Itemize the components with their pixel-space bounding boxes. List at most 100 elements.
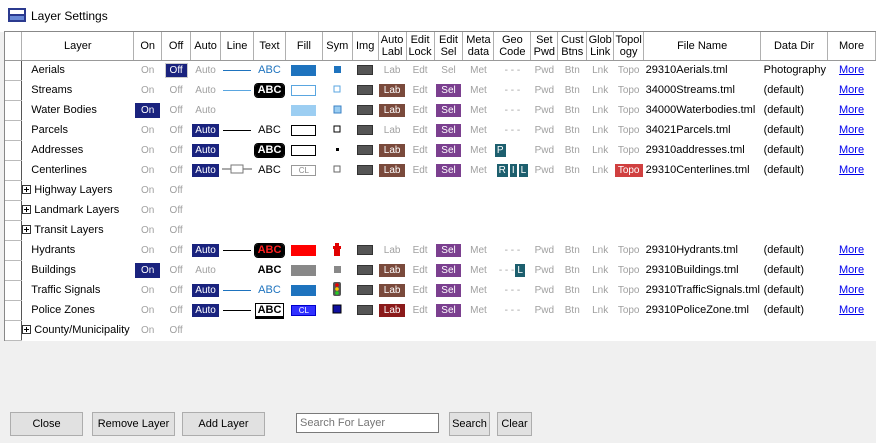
off-toggle[interactable]: Off bbox=[170, 185, 183, 196]
off-cell[interactable]: Off bbox=[162, 160, 191, 180]
fill-swatch[interactable] bbox=[291, 264, 317, 276]
img-cell[interactable] bbox=[352, 160, 378, 180]
topology-cell[interactable]: Topo bbox=[614, 100, 644, 120]
geocode-cell[interactable]: RIL bbox=[494, 160, 531, 180]
image-thumbnail-icon[interactable] bbox=[357, 105, 374, 116]
cust-btns-cell[interactable]: Btn bbox=[558, 240, 587, 260]
cust-btns-toggle[interactable]: Btn bbox=[565, 125, 580, 136]
line-style-swatch[interactable] bbox=[223, 249, 252, 251]
table-row[interactable]: Buildings On Off Auto ABC Lab Edt Sel Met - - -LP… bbox=[5, 260, 876, 281]
set-pwd-toggle[interactable]: Pwd bbox=[535, 125, 554, 136]
on-toggle[interactable]: On bbox=[141, 245, 154, 256]
line-cell[interactable] bbox=[221, 60, 254, 80]
set-pwd-cell[interactable]: Pwd bbox=[531, 160, 558, 180]
edit-lock-cell[interactable]: Edt bbox=[406, 140, 434, 160]
file-name-cell[interactable]: 29310Buildings.tml bbox=[644, 260, 761, 280]
metadata-cell[interactable]: Met bbox=[463, 160, 494, 180]
row-selector[interactable] bbox=[5, 180, 23, 201]
text-style-sample[interactable]: ABC bbox=[253, 142, 286, 158]
auto-cell[interactable]: Auto bbox=[191, 280, 221, 300]
gray-square-symbol-icon[interactable] bbox=[329, 261, 345, 277]
edit-lock-toggle[interactable]: Edt bbox=[413, 165, 428, 176]
off-toggle[interactable]: Off bbox=[170, 305, 183, 316]
edit-lock-toggle[interactable]: Edt bbox=[413, 285, 428, 296]
topology-toggle[interactable]: Topo bbox=[618, 105, 640, 116]
set-pwd-toggle[interactable]: Pwd bbox=[535, 85, 554, 96]
data-dir-cell[interactable]: (default) bbox=[761, 280, 828, 300]
auto-label-cell[interactable]: Lab bbox=[378, 60, 406, 80]
edit-sel-cell[interactable]: Sel bbox=[434, 100, 463, 120]
off-cell[interactable]: Off bbox=[162, 200, 191, 220]
metadata-toggle[interactable]: Met bbox=[470, 265, 487, 276]
set-pwd-toggle[interactable]: Pwd bbox=[535, 165, 554, 176]
edit-lock-toggle[interactable]: Edt bbox=[413, 265, 428, 276]
text-cell[interactable] bbox=[254, 100, 286, 120]
geocode-cell[interactable]: - - - bbox=[494, 100, 531, 120]
auto-label-cell[interactable]: Lab bbox=[378, 260, 406, 280]
geocode-i-button[interactable]: I bbox=[509, 163, 517, 177]
on-cell[interactable]: On bbox=[134, 280, 162, 300]
edit-sel-cell[interactable]: Sel bbox=[434, 300, 463, 320]
edit-sel-cell[interactable]: Sel bbox=[434, 120, 463, 140]
more-cell[interactable]: More bbox=[828, 240, 876, 260]
glob-link-cell[interactable]: Lnk bbox=[587, 280, 614, 300]
on-cell[interactable]: On bbox=[134, 240, 162, 260]
cust-btns-cell[interactable]: Btn bbox=[558, 80, 587, 100]
geocode-r-button[interactable]: R bbox=[496, 163, 508, 177]
geocode-cell[interactable]: P bbox=[494, 140, 531, 160]
expand-plus-icon[interactable] bbox=[22, 205, 32, 214]
off-cell[interactable]: Off bbox=[162, 220, 191, 240]
edit-lock-cell[interactable]: Edt bbox=[406, 100, 434, 120]
search-layer-input[interactable] bbox=[296, 413, 439, 433]
geocode-line-button[interactable]: L bbox=[515, 263, 525, 277]
text-cell[interactable]: ABC bbox=[254, 260, 286, 280]
off-cell[interactable]: Off bbox=[162, 80, 191, 100]
metadata-cell[interactable]: Met bbox=[463, 280, 494, 300]
glob-link-toggle[interactable]: Lnk bbox=[592, 265, 608, 276]
auto-cell[interactable]: Auto bbox=[191, 60, 221, 80]
fill-cell[interactable] bbox=[285, 260, 322, 280]
off-toggle[interactable]: Off bbox=[170, 285, 183, 296]
glob-link-cell[interactable]: Lnk bbox=[587, 60, 614, 80]
edit-sel-toggle[interactable]: Sel bbox=[436, 303, 461, 317]
metadata-toggle[interactable]: Met bbox=[470, 285, 487, 296]
row-selector[interactable] bbox=[5, 160, 23, 181]
edit-sel-toggle[interactable]: Sel bbox=[436, 263, 461, 277]
on-cell[interactable]: On bbox=[134, 80, 162, 100]
on-toggle[interactable]: On bbox=[141, 185, 154, 196]
geocode-cell[interactable]: - - - bbox=[494, 240, 531, 260]
set-pwd-cell[interactable]: Pwd bbox=[531, 60, 558, 80]
row-selector[interactable] bbox=[5, 320, 23, 341]
auto-label-cell[interactable]: Lab bbox=[378, 160, 406, 180]
auto-toggle[interactable]: Auto bbox=[195, 65, 216, 76]
edit-lock-toggle[interactable]: Edt bbox=[413, 145, 428, 156]
edit-sel-toggle[interactable]: Sel bbox=[436, 283, 461, 297]
more-link[interactable]: More bbox=[839, 244, 864, 256]
row-selector[interactable] bbox=[5, 300, 23, 321]
auto-cell[interactable]: Auto bbox=[191, 240, 221, 260]
more-cell[interactable]: More bbox=[828, 120, 876, 140]
fill-cell[interactable] bbox=[285, 280, 322, 300]
cust-btns-toggle[interactable]: Btn bbox=[565, 305, 580, 316]
on-toggle[interactable]: On bbox=[135, 262, 161, 278]
line-style-swatch[interactable] bbox=[223, 289, 252, 291]
auto-cell[interactable]: Auto bbox=[191, 300, 221, 320]
row-selector[interactable] bbox=[5, 120, 23, 141]
square-outline-symbol-icon[interactable] bbox=[329, 161, 345, 177]
square-outline-symbol-icon[interactable] bbox=[329, 121, 345, 137]
sym-cell[interactable] bbox=[322, 100, 352, 120]
off-toggle[interactable]: Off bbox=[170, 165, 183, 176]
set-pwd-toggle[interactable]: Pwd bbox=[535, 285, 554, 296]
data-dir-cell[interactable]: (default) bbox=[761, 160, 828, 180]
glob-link-toggle[interactable]: Lnk bbox=[592, 285, 608, 296]
more-link[interactable]: More bbox=[839, 264, 864, 276]
edit-lock-cell[interactable]: Edt bbox=[406, 80, 434, 100]
off-cell[interactable]: Off bbox=[162, 180, 191, 200]
glob-link-cell[interactable]: Lnk bbox=[587, 100, 614, 120]
topology-cell[interactable]: Topo bbox=[614, 160, 644, 180]
img-cell[interactable] bbox=[352, 240, 378, 260]
table-row[interactable]: Streams On Off Auto ABC Lab Edt Sel Met - - - Pwd B… bbox=[5, 80, 876, 101]
topology-cell[interactable]: Topo bbox=[614, 300, 644, 320]
on-toggle[interactable]: On bbox=[141, 225, 154, 236]
file-name-cell[interactable]: 29310Aerials.tml bbox=[644, 60, 761, 80]
